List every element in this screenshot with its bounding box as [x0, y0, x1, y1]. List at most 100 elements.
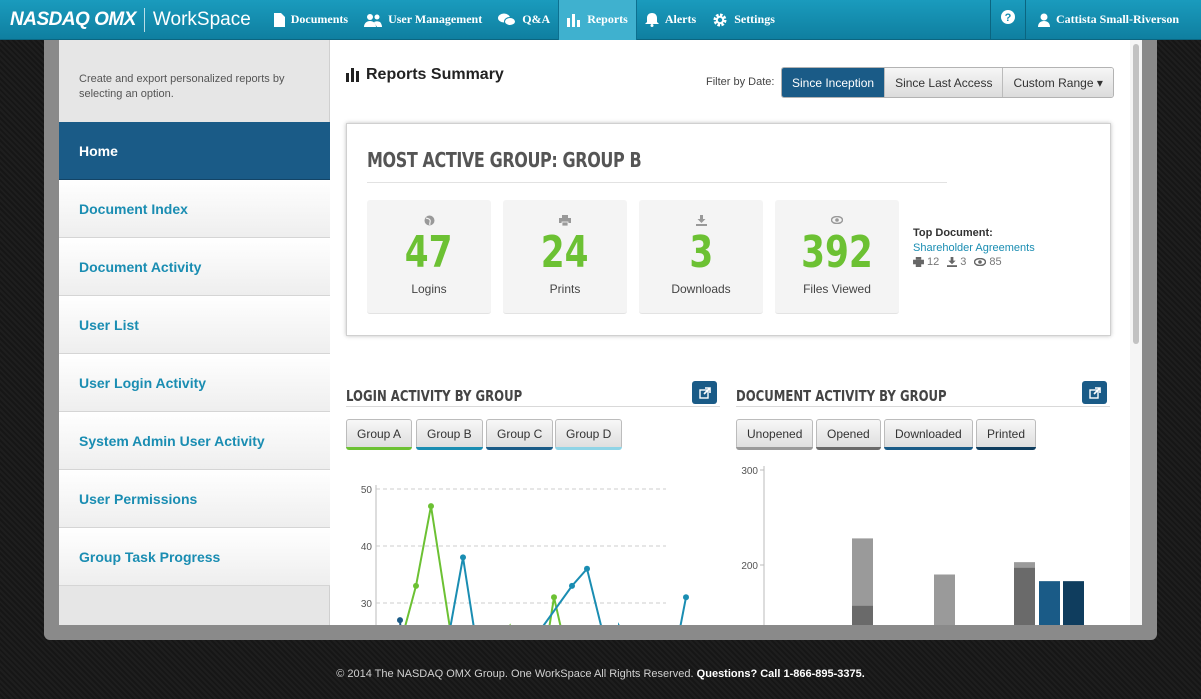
user-icon	[1038, 13, 1050, 27]
help-button[interactable]: ?	[990, 0, 1026, 40]
y-tick-label-50: 50	[361, 485, 373, 496]
document-activity-chart: 200 300	[741, 466, 1084, 625]
chip-group-d[interactable]: Group D	[555, 419, 623, 450]
stat-files-viewed-label: Files Viewed	[803, 282, 871, 296]
stat-downloads-value: 3	[689, 227, 713, 278]
question-circle-icon: ?	[1001, 10, 1015, 29]
stat-logins: 47 Logins	[367, 200, 491, 314]
chip-group-a[interactable]: Group A	[346, 419, 413, 450]
document-icon	[273, 12, 285, 27]
filter-custom-range[interactable]: Custom Range ▾	[1003, 68, 1113, 97]
chip-downloaded-label: Downloaded	[895, 427, 962, 441]
brand-app-name: WorkSpace	[152, 8, 251, 30]
sidebar-item-user-permissions[interactable]: User Permissions	[59, 470, 330, 528]
sidebar-intro: Create and export personalized reports b…	[79, 73, 285, 100]
chip-group-d-label: Group D	[566, 427, 612, 441]
login-activity-title: LOGIN ACTIVITY BY GROUP	[346, 387, 523, 405]
chip-printed-label: Printed	[987, 427, 1026, 441]
login-export-button[interactable]	[692, 381, 717, 404]
chip-unopened[interactable]: Unopened	[736, 419, 814, 450]
stat-prints: 24 Prints	[503, 200, 627, 314]
doc-export-button[interactable]	[1082, 381, 1107, 404]
nav-documents[interactable]: Documents	[265, 0, 356, 40]
bar-chart-icon	[346, 68, 360, 82]
brand[interactable]: NASDAQ OMX WorkSpace	[0, 0, 251, 40]
chip-group-c-label: Group C	[497, 427, 543, 441]
nav-qa[interactable]: Q&A	[490, 0, 558, 40]
download-icon	[947, 257, 958, 267]
main-panel: Reports Summary Filter by Date: Since In…	[330, 40, 1130, 625]
reports-sidebar: Create and export personalized reports b…	[59, 40, 330, 625]
stat-logins-value: 47	[405, 227, 453, 278]
sidebar-item-document-index[interactable]: Document Index	[59, 180, 330, 238]
globe-icon	[424, 214, 435, 226]
bar-opened-1	[852, 605, 873, 625]
filter-since-inception[interactable]: Since Inception	[782, 68, 886, 97]
data-point-group-b-4	[584, 565, 590, 572]
users-icon	[364, 13, 383, 27]
stat-files-viewed: 392 Files Viewed	[775, 200, 899, 314]
footer-copyright: © 2014 The NASDAQ OMX Group. One WorkSpa…	[336, 668, 694, 680]
main-scrollbar[interactable]	[1130, 40, 1142, 625]
chip-downloaded[interactable]: Downloaded	[884, 419, 973, 450]
svg-text:?: ?	[1005, 12, 1012, 24]
chat-bubbles-icon	[498, 13, 517, 27]
nav-settings[interactable]: Settings	[704, 0, 783, 40]
doc-panel-rule	[736, 406, 1110, 407]
top-document-stats: 12 3 85	[913, 256, 1035, 268]
stat-prints-label: Prints	[549, 282, 581, 296]
sidebar-item-group-task-progress[interactable]: Group Task Progress	[59, 528, 330, 586]
bar-downloaded-4	[1039, 581, 1060, 625]
top-document-views: 85	[989, 256, 1002, 268]
sidebar-item-document-activity[interactable]: Document Activity	[59, 238, 330, 296]
chip-opened-underline	[816, 447, 881, 450]
summary-card: MOST ACTIVE GROUP: GROUP B 47 Logins 24 …	[346, 123, 1111, 336]
stat-logins-label: Logins	[411, 282, 447, 296]
nav-qa-label: Q&A	[522, 12, 551, 26]
bar-printed-4	[1063, 581, 1084, 625]
most-active-group-title: MOST ACTIVE GROUP: GROUP B	[367, 148, 947, 183]
data-point-group-b-8	[683, 594, 689, 601]
nav-alerts[interactable]: Alerts	[637, 0, 704, 40]
eye-icon	[974, 258, 987, 266]
top-document-link[interactable]: Shareholder Agreements	[913, 242, 1035, 254]
sidebar-menu: Home Document Index Document Activity Us…	[59, 122, 330, 586]
content-area: Create and export personalized reports b…	[59, 40, 1142, 625]
chip-printed[interactable]: Printed	[976, 419, 1037, 450]
eye-icon	[831, 214, 843, 226]
chip-group-c[interactable]: Group C	[486, 419, 554, 450]
top-navbar: NASDAQ OMX WorkSpace Documents User Mana…	[0, 0, 1201, 40]
user-menu[interactable]: Cattista Small-Riverson	[1026, 0, 1201, 40]
chip-opened[interactable]: Opened	[816, 419, 881, 450]
top-document: Top Document: Shareholder Agreements 12 …	[913, 227, 1035, 268]
sidebar-item-user-list[interactable]: User List	[59, 296, 330, 354]
chip-printed-underline	[976, 447, 1037, 450]
sidebar-item-system-admin-user-activity[interactable]: System Admin User Activity	[59, 412, 330, 470]
filter-since-last-access[interactable]: Since Last Access	[885, 68, 1004, 97]
stat-downloads-label: Downloads	[671, 282, 731, 296]
data-point-group-b-1	[460, 554, 466, 561]
sidebar-item-home[interactable]: Home	[59, 122, 330, 180]
nav-user-management[interactable]: User Management	[356, 0, 490, 40]
nav-alerts-label: Alerts	[664, 12, 697, 26]
chip-opened-label: Opened	[827, 427, 870, 441]
top-document-downloads: 3	[960, 256, 967, 268]
chip-downloaded-underline	[884, 447, 973, 450]
y-tick-label-200: 200	[741, 561, 758, 572]
printer-icon	[913, 257, 924, 267]
sidebar-item-user-login-activity[interactable]: User Login Activity	[59, 354, 330, 412]
gear-icon	[712, 12, 728, 28]
stat-prints-value: 24	[541, 227, 589, 278]
scrollbar-thumb[interactable]	[1133, 44, 1139, 344]
nav-reports-label: Reports	[587, 12, 628, 26]
user-name: Cattista Small-Riverson	[1056, 12, 1179, 26]
external-link-icon	[698, 386, 711, 399]
footer-questions: Questions? Call 1-866-895-3375.	[696, 668, 865, 680]
chip-group-b[interactable]: Group B	[416, 419, 483, 450]
data-point-group-a-1	[413, 582, 419, 589]
nav-reports[interactable]: Reports	[558, 0, 637, 40]
data-point-group-a-2	[428, 503, 434, 510]
series-line-group-b	[449, 557, 687, 625]
bar-chart-icon	[567, 13, 581, 27]
y-tick-label-30: 30	[361, 599, 373, 610]
